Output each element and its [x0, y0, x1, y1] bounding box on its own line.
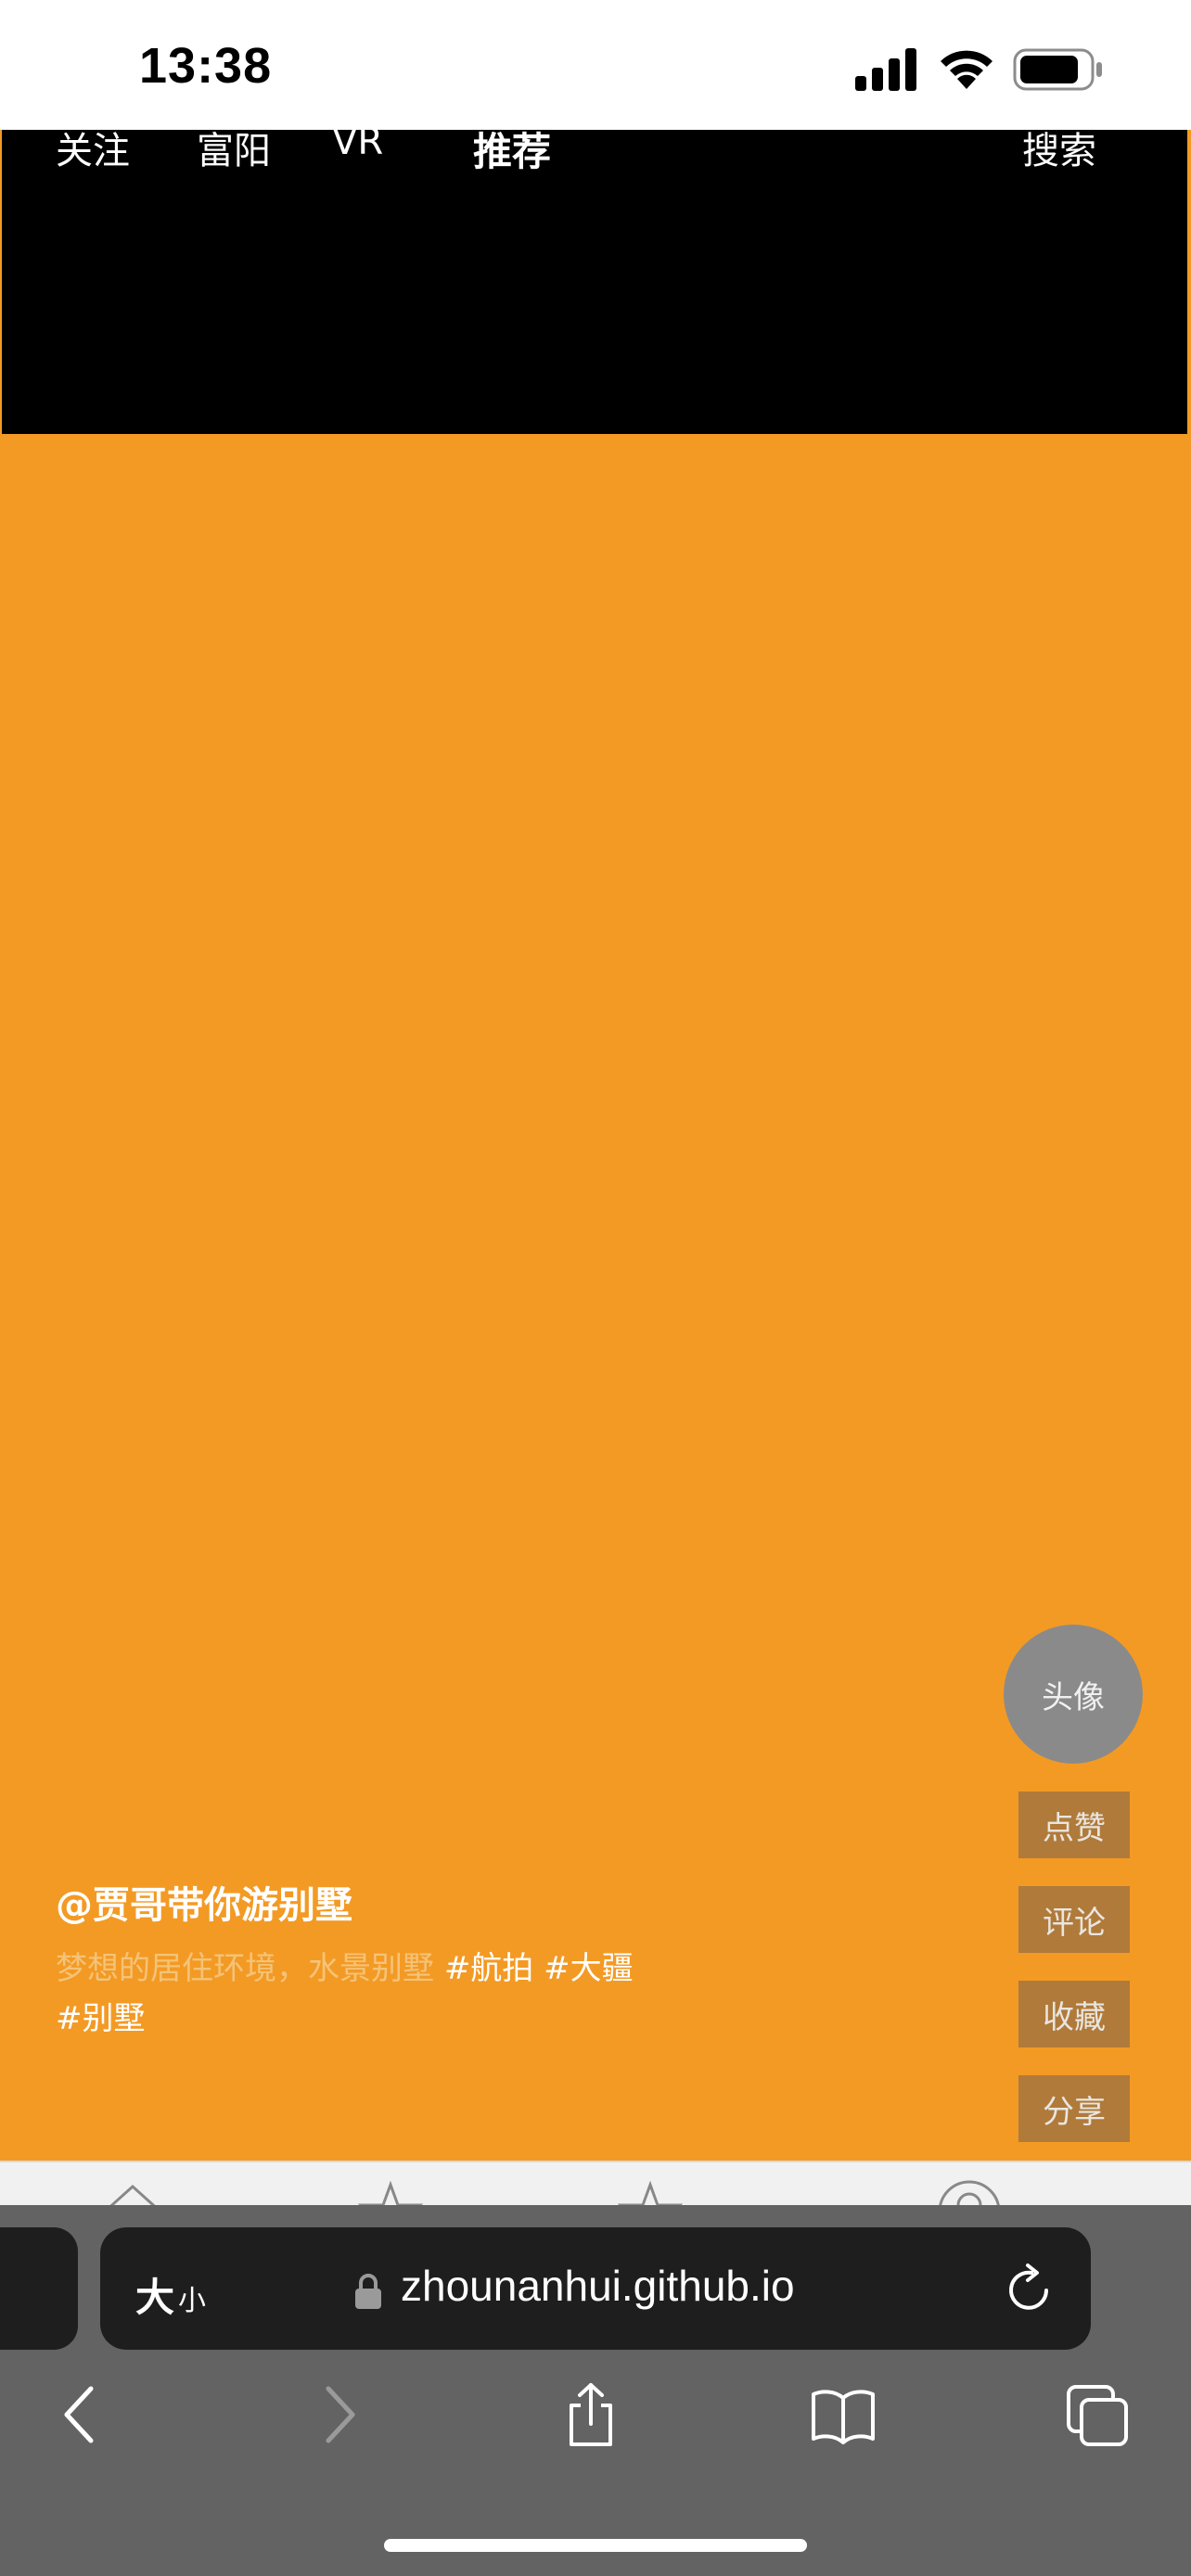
- battery-icon: [1013, 48, 1102, 91]
- nav-tab-following[interactable]: 关注: [56, 121, 130, 174]
- lock-icon: [355, 2274, 381, 2309]
- home-indicator: [384, 2539, 807, 2552]
- like-button[interactable]: 点赞: [1018, 1792, 1130, 1858]
- bottom-tab-bar: [0, 2161, 1191, 2209]
- url-text[interactable]: zhounanhui.github.io: [401, 2261, 795, 2311]
- share-icon[interactable]: [558, 2381, 623, 2448]
- hashtag[interactable]: #大疆: [544, 1950, 634, 1987]
- nav-tab-recommended[interactable]: 推荐: [473, 121, 551, 177]
- tabs-icon[interactable]: [1065, 2381, 1130, 2448]
- forward-icon[interactable]: [306, 2381, 371, 2448]
- previous-tab-preview[interactable]: [0, 2227, 78, 2350]
- author-avatar[interactable]: 头像: [1004, 1625, 1143, 1764]
- hashtag[interactable]: #航拍: [444, 1950, 534, 1987]
- share-button[interactable]: 分享: [1018, 2075, 1130, 2142]
- hashtag[interactable]: #别墅: [56, 2000, 146, 2037]
- video-player[interactable]: [2, 130, 1187, 434]
- signal-icon: [855, 48, 916, 91]
- nav-tab-fuyang[interactable]: 富阳: [197, 121, 271, 174]
- author-name[interactable]: @贾哥带你游别墅: [56, 1875, 352, 1929]
- favorite-button[interactable]: 收藏: [1018, 1981, 1130, 2047]
- reload-icon[interactable]: [1004, 2263, 1056, 2316]
- back-icon[interactable]: [48, 2381, 113, 2448]
- text-size-button-small[interactable]: 小: [178, 2277, 206, 2318]
- search-button[interactable]: 搜索: [1022, 121, 1096, 174]
- text-size-button[interactable]: 大: [135, 2266, 174, 2323]
- status-time: 13:38: [139, 38, 273, 94]
- bookmarks-icon[interactable]: [811, 2381, 876, 2448]
- wifi-icon: [941, 50, 992, 89]
- nav-tab-vr[interactable]: VR: [332, 121, 383, 163]
- comment-button[interactable]: 评论: [1018, 1886, 1130, 1953]
- caption-text: 梦想的居住环境，水景别墅: [56, 1950, 434, 1987]
- post-caption: 梦想的居住环境，水景别墅 #航拍 #大疆 #别墅: [56, 1944, 705, 2044]
